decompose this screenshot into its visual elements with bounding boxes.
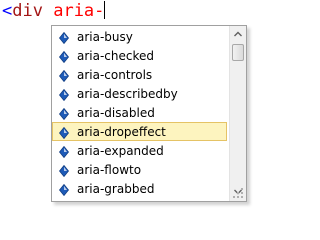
completion-item[interactable]: aria-disabled	[52, 103, 227, 122]
completion-item[interactable]: aria-expanded	[52, 141, 227, 160]
editor-code-line[interactable]: <div aria-	[2, 0, 106, 24]
completion-item-label: aria-dropeffect	[77, 125, 166, 139]
completion-popup: aria-busy aria-checked aria-controls ari…	[51, 25, 247, 202]
open-bracket-token: <	[2, 1, 13, 21]
completion-item[interactable]: aria-busy	[52, 27, 227, 46]
attribute-icon	[58, 88, 70, 102]
completion-item-label: aria-flowto	[77, 163, 142, 177]
completion-item-label: aria-expanded	[77, 144, 164, 158]
attribute-icon	[58, 31, 70, 45]
completion-item-label: aria-describedby	[77, 87, 178, 101]
completion-item[interactable]: aria-controls	[52, 65, 227, 84]
completion-item[interactable]: aria-describedby	[52, 84, 227, 103]
completion-item-label: aria-grabbed	[77, 182, 155, 196]
attribute-icon	[58, 164, 70, 178]
attribute-icon	[58, 107, 70, 121]
attribute-icon	[58, 69, 70, 83]
resize-grip-icon[interactable]	[231, 186, 245, 200]
tag-name-token: div	[12, 1, 43, 21]
attribute-icon	[58, 126, 70, 140]
attribute-token: aria-	[53, 1, 105, 21]
completion-item-label: aria-busy	[77, 30, 133, 44]
completion-item-selected[interactable]: aria-dropeffect	[52, 122, 227, 141]
text-caret	[104, 1, 106, 19]
completion-item-label: aria-controls	[77, 68, 153, 82]
completion-item[interactable]: aria-grabbed	[52, 179, 227, 198]
vertical-scrollbar[interactable]	[229, 26, 246, 201]
scroll-thumb[interactable]	[232, 44, 244, 61]
completion-item-label: aria-disabled	[77, 106, 155, 120]
completion-item[interactable]: aria-flowto	[52, 160, 227, 179]
scroll-up-arrow-icon	[234, 31, 242, 37]
attribute-icon	[58, 145, 70, 159]
completion-item-label: aria-checked	[77, 49, 155, 63]
attribute-icon	[58, 183, 70, 197]
completion-item[interactable]: aria-checked	[52, 46, 227, 65]
scroll-up-button[interactable]	[230, 26, 246, 43]
attribute-icon	[58, 50, 70, 64]
completion-list: aria-busy aria-checked aria-controls ari…	[52, 27, 227, 198]
